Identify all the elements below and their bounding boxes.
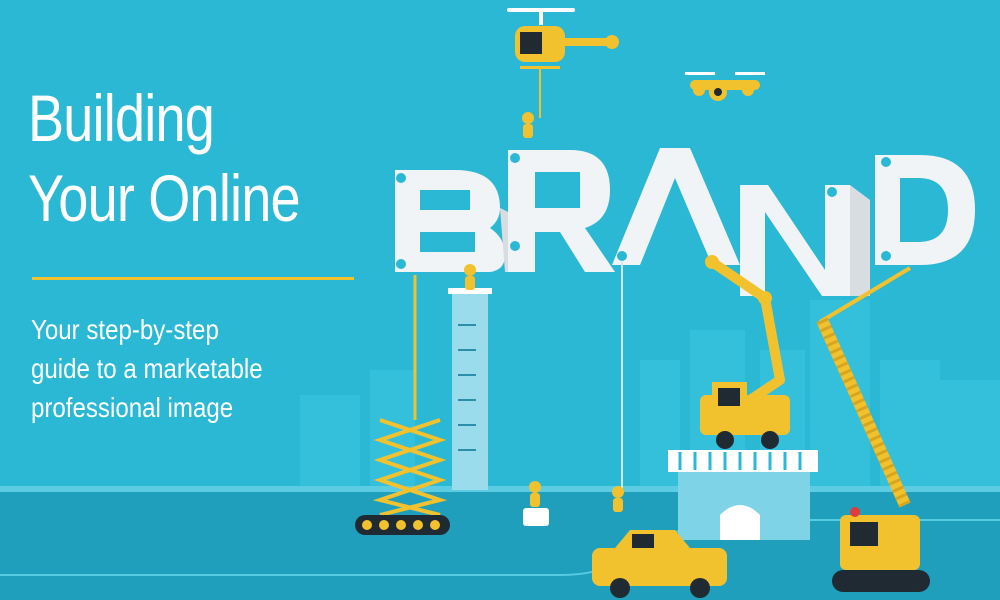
subtitle-line-3: professional image: [31, 392, 234, 423]
subtitle-line-2: guide to a marketable: [31, 353, 263, 384]
subtitle-line-1: Your step-by-step: [31, 314, 219, 345]
city-skyline: [300, 300, 1000, 495]
title-divider: [32, 277, 354, 280]
page-title: Building Your Online: [28, 78, 301, 238]
building-icon: [668, 450, 818, 540]
letter-a: [612, 148, 740, 265]
hero-banner: Building Your Online Your step-by-step g…: [0, 0, 1000, 600]
helicopter-icon: [507, 8, 619, 118]
pedestal: [523, 508, 549, 526]
title-line-2: Your Online: [28, 161, 301, 235]
letter-d: [875, 155, 975, 265]
measure-tower-icon: [448, 288, 492, 490]
subtitle: Your step-by-step guide to a marketable …: [31, 310, 263, 427]
brand-letters: [395, 148, 975, 296]
drone-icon: [685, 72, 765, 101]
title-line-1: Building: [28, 81, 215, 155]
letter-r: [508, 150, 615, 272]
letter-b: [395, 170, 525, 272]
letter-n: [740, 185, 870, 296]
